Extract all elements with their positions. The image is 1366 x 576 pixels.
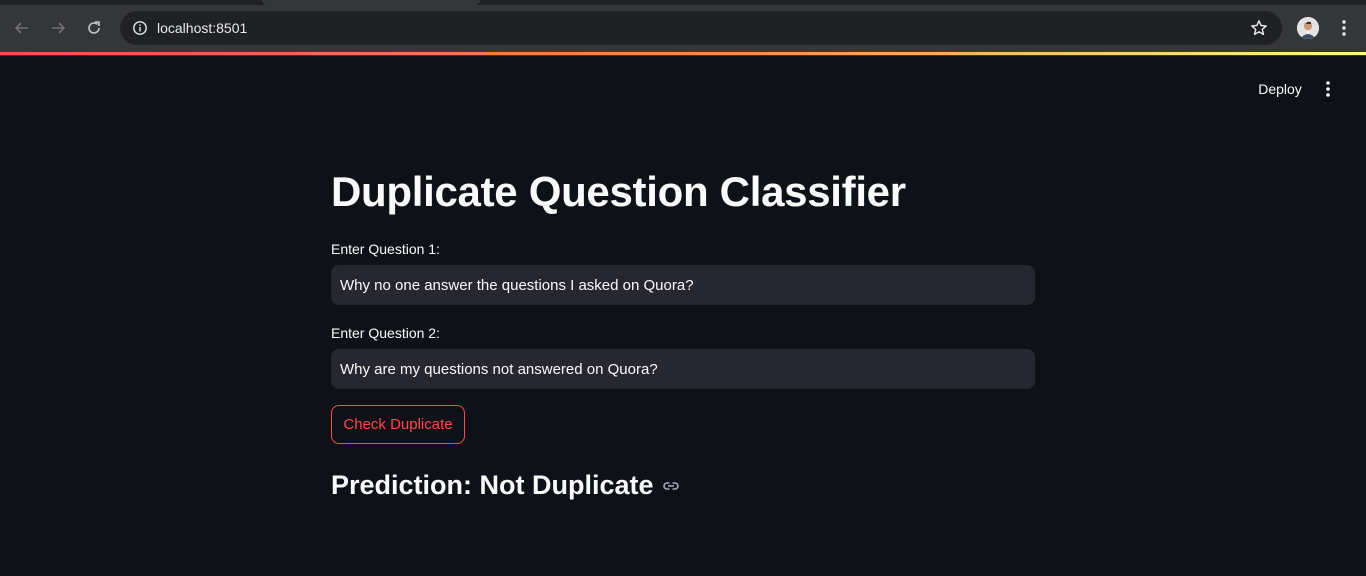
url-text[interactable]: localhost:8501 (157, 20, 247, 36)
question2-label: Enter Question 2: (331, 325, 440, 341)
question1-label: Enter Question 1: (331, 241, 440, 257)
info-icon (133, 21, 147, 35)
arrow-left-icon (14, 22, 28, 34)
star-icon (1251, 20, 1267, 36)
active-tab[interactable] (262, 0, 480, 5)
app-menu-button[interactable] (1318, 78, 1338, 100)
prediction-heading: Prediction: Not Duplicate (331, 470, 680, 501)
page-title: Duplicate Question Classifier (331, 168, 906, 215)
back-button[interactable] (10, 16, 34, 40)
link-icon[interactable] (662, 477, 680, 495)
forward-button[interactable] (46, 16, 70, 40)
deploy-button[interactable]: Deploy (1249, 78, 1311, 100)
reload-button[interactable] (82, 16, 106, 40)
tab-strip (0, 0, 1366, 5)
browser-toolbar: localhost:8501 (0, 0, 1366, 56)
prediction-text: Prediction: Not Duplicate (331, 470, 654, 500)
reload-icon (88, 21, 100, 34)
browser-menu-button[interactable] (1334, 16, 1354, 40)
profile-picture (1297, 17, 1319, 39)
question2-input[interactable]: Why are my questions not answered on Quo… (331, 349, 1035, 389)
kebab-menu-icon (1326, 81, 1330, 97)
question1-input[interactable]: Why no one answer the questions I asked … (331, 265, 1035, 305)
avatar[interactable] (1297, 17, 1319, 39)
arrow-right-icon (52, 22, 66, 34)
kebab-menu-icon (1342, 20, 1346, 36)
address-bar[interactable]: localhost:8501 (120, 11, 1282, 45)
bookmark-button[interactable] (1248, 17, 1270, 39)
site-info-button[interactable] (128, 16, 152, 40)
check-duplicate-button[interactable]: Check Duplicate (331, 405, 465, 444)
app-decoration-bar (0, 52, 1366, 55)
